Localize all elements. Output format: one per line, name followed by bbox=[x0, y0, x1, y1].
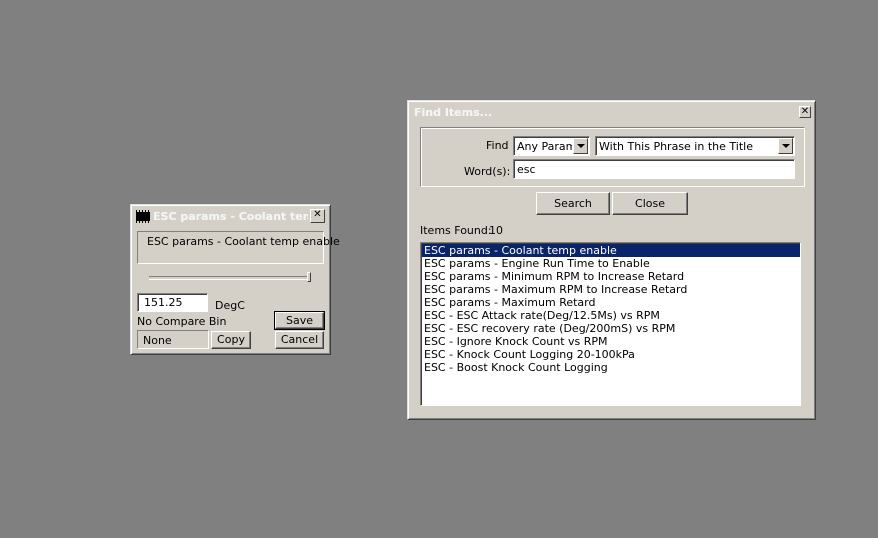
find-type-select[interactable]: Any Parame bbox=[513, 136, 590, 156]
slider-track bbox=[149, 276, 311, 280]
esc-window-titlebar[interactable]: ESC params - Coolant tem... ✕ bbox=[134, 208, 327, 226]
close-button-label: Close bbox=[635, 197, 665, 210]
close-icon: ✕ bbox=[800, 106, 810, 117]
save-button[interactable]: Save bbox=[274, 311, 325, 330]
slider-thumb[interactable] bbox=[307, 272, 311, 282]
copy-button[interactable]: Copy bbox=[211, 331, 251, 349]
list-item[interactable]: ESC - ESC recovery rate (Deg/200mS) vs R… bbox=[422, 322, 800, 335]
esc-params-window: ESC params - Coolant tem... ✕ ESC params… bbox=[130, 204, 340, 355]
results-list[interactable]: ESC params - Coolant temp enable ESC para… bbox=[420, 242, 801, 406]
unit-label: DegC bbox=[215, 299, 245, 312]
list-item[interactable]: ESC - Ignore Knock Count vs RPM bbox=[422, 335, 800, 348]
search-button-label: Search bbox=[554, 197, 592, 210]
chip-icon bbox=[136, 210, 150, 223]
items-found-label: Items Found: bbox=[420, 224, 492, 237]
esc-window-title: ESC params - Coolant tem... bbox=[153, 210, 308, 223]
list-item[interactable]: ESC params - Coolant temp enable bbox=[422, 244, 800, 257]
search-button[interactable]: Search bbox=[536, 192, 610, 215]
cancel-button[interactable]: Cancel bbox=[275, 331, 324, 349]
list-item[interactable]: ESC params - Maximum RPM to Increase Ret… bbox=[422, 283, 800, 296]
compare-value: None bbox=[143, 334, 172, 347]
list-item[interactable]: ESC - ESC Attack rate(Deg/12.5Ms) vs RPM bbox=[422, 309, 800, 322]
param-name-panel: ESC params - Coolant temp enable bbox=[137, 231, 340, 264]
find-items-window: Find Items... ✕ Find Any Parame With Thi… bbox=[407, 100, 816, 420]
chevron-down-icon[interactable] bbox=[573, 138, 588, 154]
find-window-close-button[interactable]: ✕ bbox=[799, 106, 811, 118]
list-item[interactable]: ESC params - Maximum Retard bbox=[422, 296, 800, 309]
list-item[interactable]: ESC - Knock Count Logging 20-100kPa bbox=[422, 348, 800, 361]
chevron-down-icon[interactable] bbox=[778, 138, 793, 154]
find-label: Find bbox=[486, 139, 509, 152]
value-input[interactable] bbox=[137, 293, 208, 312]
esc-window-close-button[interactable]: ✕ bbox=[310, 209, 325, 223]
words-label: Word(s): bbox=[464, 165, 511, 178]
compare-value-box: None bbox=[137, 330, 209, 349]
list-item[interactable]: ESC - Boost Knock Count Logging bbox=[422, 361, 800, 374]
cancel-button-label: Cancel bbox=[280, 333, 319, 346]
copy-button-label: Copy bbox=[217, 333, 245, 346]
close-button[interactable]: Close bbox=[612, 192, 688, 215]
words-input[interactable] bbox=[513, 159, 795, 179]
value-slider[interactable] bbox=[149, 272, 311, 283]
find-window-titlebar[interactable]: Find Items... ✕ bbox=[411, 104, 812, 122]
list-item[interactable]: ESC params - Minimum RPM to Increase Ret… bbox=[422, 270, 800, 283]
close-icon: ✕ bbox=[313, 209, 322, 220]
find-window-title: Find Items... bbox=[414, 106, 493, 119]
compare-label: No Compare Bin bbox=[137, 315, 227, 328]
save-button-label: Save bbox=[285, 314, 313, 327]
match-mode-select[interactable]: With This Phrase in the Title bbox=[595, 136, 795, 156]
match-mode-value: With This Phrase in the Title bbox=[599, 140, 753, 153]
param-name-label: ESC params - Coolant temp enable bbox=[147, 235, 340, 248]
items-found-count: 10 bbox=[489, 224, 503, 237]
list-item[interactable]: ESC params - Engine Run Time to Enable bbox=[422, 257, 800, 270]
find-type-value: Any Parame bbox=[517, 140, 572, 153]
